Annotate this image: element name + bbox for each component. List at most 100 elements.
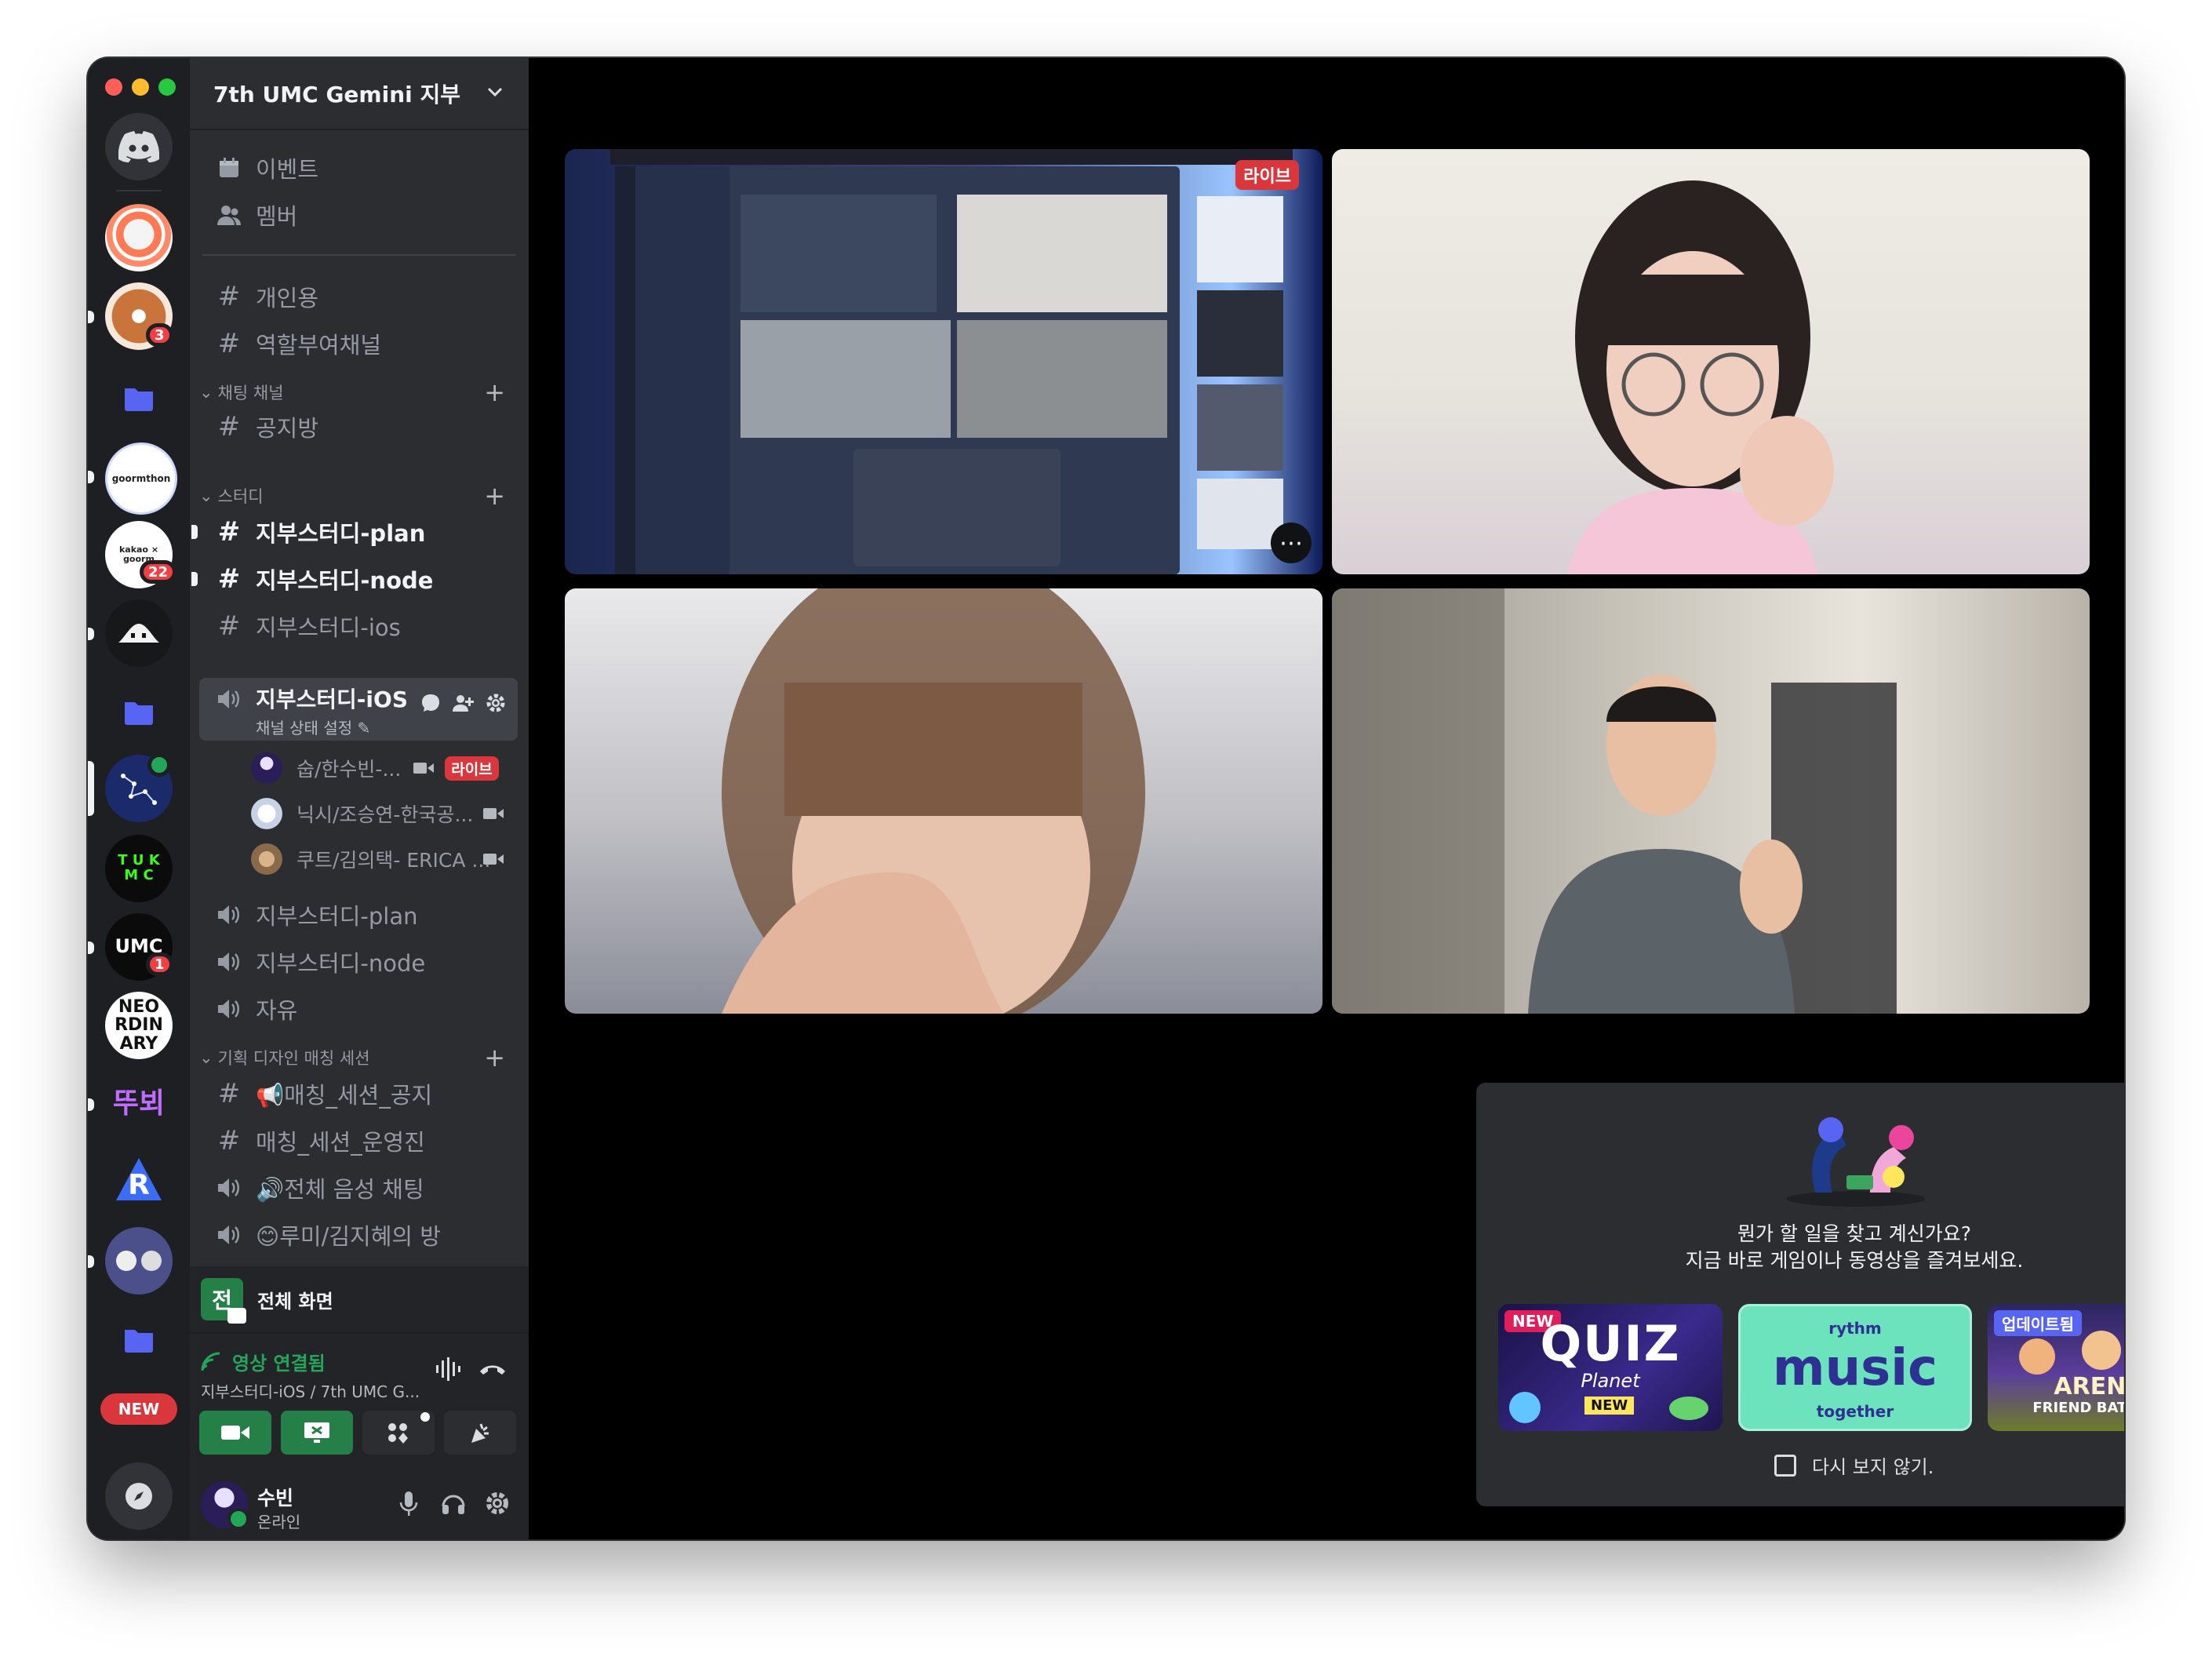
mention-badge: 3 [146, 323, 173, 347]
channel-label: 지부스터디-ios [256, 614, 401, 641]
user-name: 수빈 [257, 1487, 294, 1510]
nav-events-label: 이벤트 [256, 156, 319, 183]
updated-tag: 업데이트됨 [1994, 1310, 2082, 1336]
dont-show-checkbox[interactable] [1774, 1454, 1796, 1477]
server-guide-icon[interactable]: 뚜뵈 [105, 1070, 173, 1138]
voice-channel-all[interactable]: 🔊전체 음성 채팅 [199, 1166, 518, 1210]
video-tile-participant-3[interactable] [1332, 588, 2090, 1014]
user-settings-gear-icon[interactable] [485, 1491, 510, 1516]
channel-study-node[interactable]: # 지부스터디-node [191, 557, 518, 601]
channel-label: 자유 [256, 997, 298, 1024]
zoom-window-button[interactable] [158, 78, 176, 96]
participant-video [1567, 180, 1834, 574]
voice-channel-free[interactable]: 자유 [199, 987, 518, 1031]
camera-icon [483, 808, 504, 819]
server-header[interactable]: 7th UMC Gemini 지부 [190, 58, 529, 130]
minimize-window-button[interactable] [132, 78, 149, 96]
channel-study-plan[interactable]: # 지부스터디-plan [191, 510, 518, 554]
close-window-button[interactable] [105, 78, 122, 96]
user-panel: 수빈 온라인 [190, 1470, 529, 1539]
channel-text-2[interactable]: # 역할부여채널 [199, 322, 518, 366]
activities-button[interactable] [362, 1411, 435, 1455]
shared-desktop-thumbnails [1197, 196, 1283, 557]
video-tile-participant-1[interactable] [1332, 149, 2090, 574]
gear-icon[interactable] [485, 692, 507, 714]
voice-user-2[interactable]: 닉시/조승연-한국공... [251, 794, 518, 833]
server-sushi-icon[interactable] [105, 204, 173, 271]
channel-label: 😊루미/김지혜의 방 [256, 1223, 441, 1250]
server-neordinary-icon[interactable]: NEO RDIN ARY [105, 992, 173, 1059]
user-avatar[interactable] [201, 1481, 249, 1530]
add-channel-icon[interactable]: + [484, 481, 505, 511]
channel-label: 역할부여채널 [256, 332, 382, 359]
nav-members[interactable]: 멤버 [199, 193, 518, 237]
add-channel-icon[interactable]: + [484, 377, 505, 407]
voice-channel-ios[interactable]: 지부스터디-iOS 채널 상태 설정 ✎ [199, 678, 518, 741]
server-folder-icon[interactable] [105, 678, 173, 745]
voice-user-3[interactable]: 쿠트/김의택- ERICA ... [251, 839, 518, 879]
category-study[interactable]: ⌄ 스터디 + [199, 480, 521, 512]
speaker-icon [218, 1225, 239, 1244]
server-r-icon[interactable]: R [105, 1149, 173, 1216]
voice-user-name: 숩/한수빈-... [297, 758, 402, 781]
text-channel-icon: # [217, 1125, 241, 1156]
activity-quiz-planet[interactable]: NEW QUIZ Planet NEW [1498, 1304, 1723, 1431]
server-folder-icon[interactable] [105, 1306, 173, 1373]
video-tile-participant-2[interactable] [565, 588, 1322, 1014]
voice-channel-rumi[interactable]: 😊루미/김지혜의 방 [199, 1213, 518, 1257]
server-folder-icon[interactable] [105, 364, 173, 432]
voice-channel-plan[interactable]: 지부스터디-plan [199, 893, 518, 937]
modal-line-2: 지금 바로 게임이나 동영상을 즐겨보세요. [1685, 1249, 2024, 1272]
stream-label: 전체 화면 [257, 1290, 333, 1313]
stream-preview[interactable]: 전 전체 화면 [190, 1266, 529, 1334]
add-channel-icon[interactable]: + [484, 1043, 505, 1072]
unread-indicator [191, 572, 198, 586]
speaker-icon [218, 1000, 239, 1018]
chat-bubble-icon[interactable] [420, 693, 441, 713]
disconnect-icon[interactable] [478, 1360, 507, 1378]
quiz-subtitle: Planet [1581, 1370, 1640, 1392]
avatar [251, 752, 282, 784]
voice-channel-node[interactable]: 지부스터디-node [199, 940, 518, 984]
category-design[interactable]: ⌄ 기획 디자인 매칭 세션 + [199, 1042, 521, 1073]
unread-indicator [88, 941, 94, 954]
headphones-icon[interactable] [441, 1491, 466, 1516]
channel-sidebar: 7th UMC Gemini 지부 이벤트 멤버 # 개인용 # 역할부여채널 … [190, 58, 529, 1539]
discover-button[interactable] [105, 1462, 173, 1530]
screen-share-button[interactable] [281, 1411, 353, 1455]
connection-status[interactable]: 영상 연결됨 [201, 1348, 326, 1375]
svg-text:R: R [128, 1169, 150, 1201]
invite-user-icon[interactable] [452, 693, 474, 713]
activity-arena[interactable]: 업데이트됨 ARENA FRIEND BATTLES [1988, 1304, 2124, 1431]
voice-user-1[interactable]: 숩/한수빈-... 라이브 [251, 748, 518, 788]
nav-events[interactable]: 이벤트 [199, 146, 518, 190]
microphone-icon[interactable] [398, 1491, 419, 1517]
server-group-icon[interactable] [105, 1227, 173, 1295]
quiz-title: QUIZ [1540, 1315, 1681, 1372]
channel-text-1[interactable]: # 개인용 [199, 275, 518, 319]
noise-suppression-icon[interactable] [435, 1357, 463, 1381]
channel-status-button[interactable]: 채널 상태 설정 ✎ [256, 716, 408, 738]
server-goormthon-icon[interactable]: goormthon [105, 442, 177, 515]
planet-icon [1509, 1392, 1541, 1423]
server-ghost-icon[interactable] [105, 599, 173, 667]
screen-share-tile[interactable]: 라이브 ⋯ [565, 149, 1322, 574]
camera-button[interactable] [199, 1411, 271, 1455]
more-options-button[interactable]: ⋯ [1271, 523, 1312, 563]
activity-rythm-music[interactable]: rythm music together [1738, 1304, 1972, 1431]
channel-match-notice[interactable]: # 📢매칭_세션_공지 [199, 1072, 518, 1116]
text-channel-icon: # [217, 516, 241, 548]
dont-show-again-option[interactable]: 다시 보지 않기. [1774, 1451, 1934, 1479]
channel-notice[interactable]: # 공지방 [199, 405, 518, 449]
direct-messages-button[interactable] [105, 113, 173, 180]
channel-match-ops[interactable]: # 매칭_세션_운영진 [199, 1119, 518, 1163]
category-chat[interactable]: ⌄ 채팅 채널 + [199, 377, 521, 408]
soundboard-button[interactable] [444, 1411, 516, 1455]
unread-indicator [88, 1255, 94, 1268]
server-tukmc-icon[interactable]: T U K M C [105, 835, 173, 902]
members-icon [217, 206, 241, 225]
screen-share-icon [304, 1422, 329, 1443]
channel-study-ios-text[interactable]: # 지부스터디-ios [199, 604, 518, 648]
new-badge[interactable]: NEW [100, 1393, 177, 1425]
modal-line-1: 뭔가 할 일을 찾고 계신가요? [1737, 1222, 1972, 1245]
